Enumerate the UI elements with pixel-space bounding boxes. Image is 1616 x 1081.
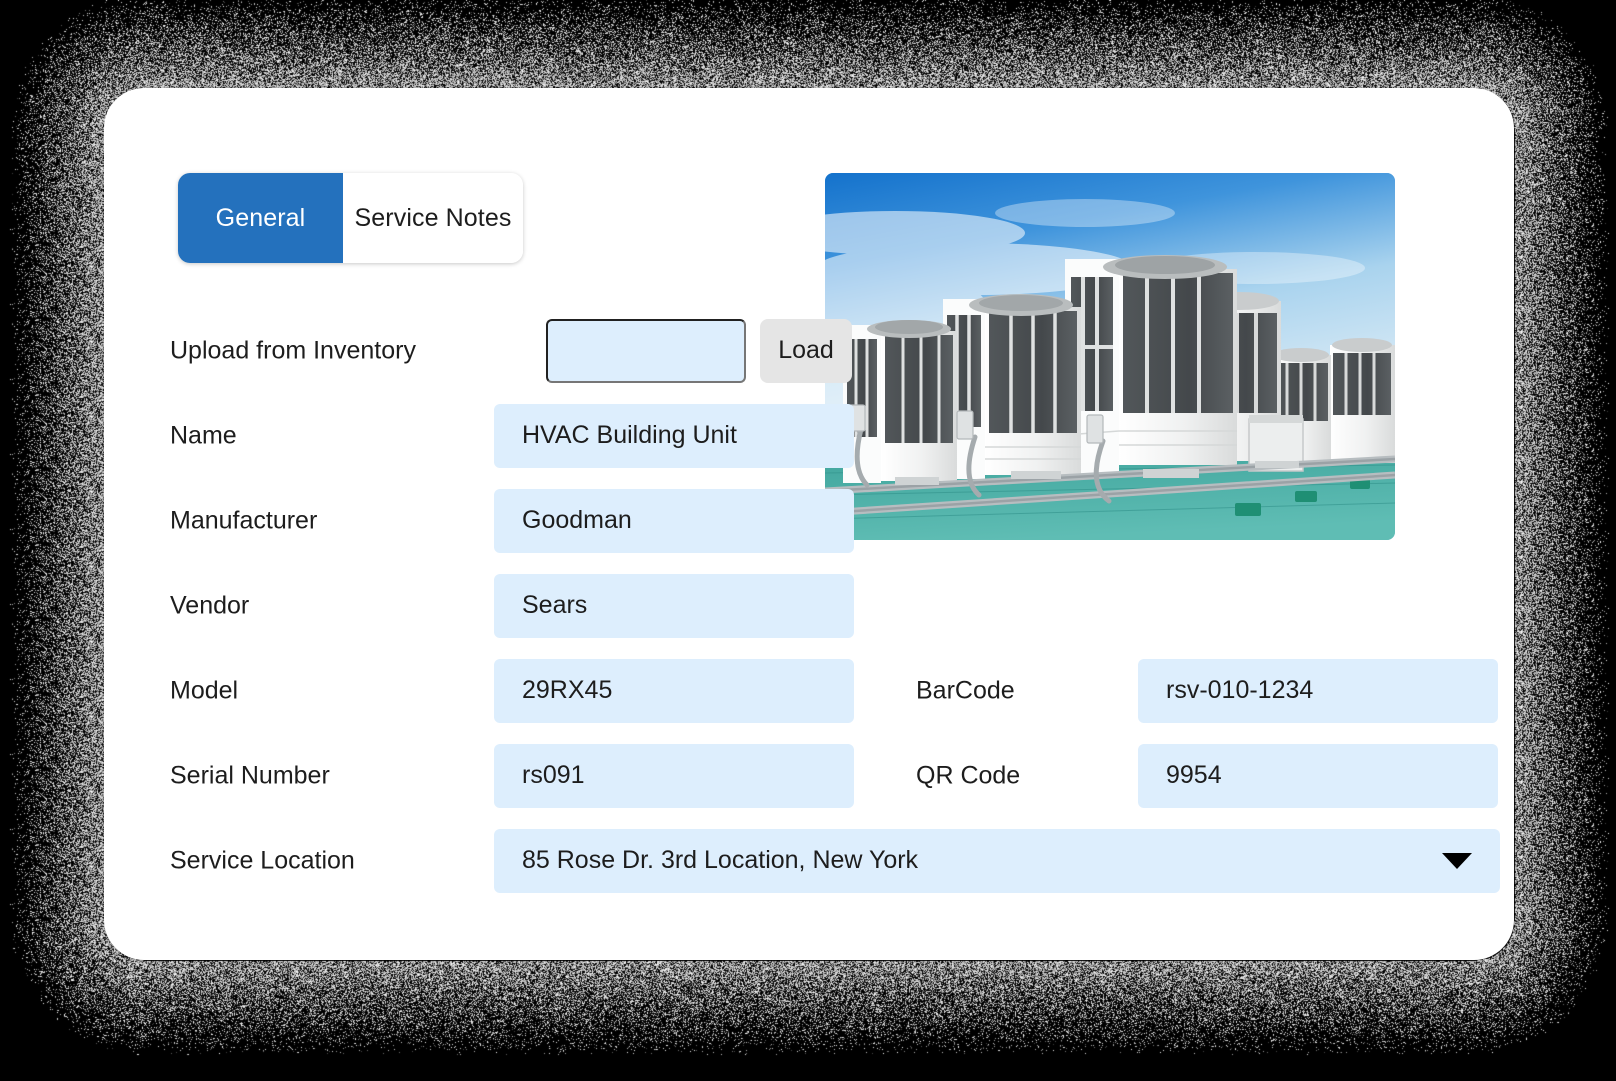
equipment-detail-card: General Service Notes Upload from Invent…: [104, 88, 1514, 960]
form-row-upload: Upload from Inventory Load: [170, 308, 1460, 393]
manufacturer-label: Manufacturer: [170, 506, 318, 534]
qr-code-label: QR Code: [916, 761, 1021, 789]
model-label: Model: [170, 676, 239, 704]
form-row-serial-qr: Serial Number rs091 QR Code 9954: [170, 733, 1498, 818]
name-input[interactable]: HVAC Building Unit: [494, 403, 854, 468]
name-label: Name: [170, 421, 237, 449]
form-row-service-location: Service Location 85 Rose Dr. 3rd Locatio…: [170, 818, 1500, 903]
tab-bar: General Service Notes: [178, 173, 523, 263]
serial-number-label: Serial Number: [170, 761, 330, 789]
chevron-down-icon[interactable]: [1442, 852, 1472, 869]
qr-code-input[interactable]: 9954: [1138, 743, 1498, 808]
model-input[interactable]: 29RX45: [494, 658, 854, 723]
vendor-input[interactable]: Sears: [494, 573, 854, 638]
service-location-label: Service Location: [170, 846, 355, 874]
tab-service-notes-label: Service Notes: [354, 203, 512, 232]
form-row-vendor: Vendor Sears: [170, 563, 1460, 648]
barcode-input[interactable]: rsv-010-1234: [1138, 658, 1498, 723]
upload-label: Upload from Inventory: [170, 336, 416, 364]
general-form: Upload from Inventory Load Name HVAC Bui…: [170, 308, 1500, 903]
barcode-label: BarCode: [916, 676, 1015, 704]
vendor-label: Vendor: [170, 591, 250, 619]
tab-service-notes[interactable]: Service Notes: [343, 173, 523, 263]
service-location-value: 85 Rose Dr. 3rd Location, New York: [522, 846, 919, 874]
tab-general-label: General: [215, 203, 306, 232]
manufacturer-input[interactable]: Goodman: [494, 488, 854, 553]
form-row-name: Name HVAC Building Unit: [170, 393, 1460, 478]
load-button[interactable]: Load: [760, 318, 852, 383]
upload-input[interactable]: [546, 318, 746, 383]
form-row-model-barcode: Model 29RX45 BarCode rsv-010-1234: [170, 648, 1498, 733]
service-location-select[interactable]: 85 Rose Dr. 3rd Location, New York: [494, 828, 1500, 893]
tab-general[interactable]: General: [178, 173, 343, 263]
form-row-manufacturer: Manufacturer Goodman: [170, 478, 1460, 563]
serial-number-input[interactable]: rs091: [494, 743, 854, 808]
